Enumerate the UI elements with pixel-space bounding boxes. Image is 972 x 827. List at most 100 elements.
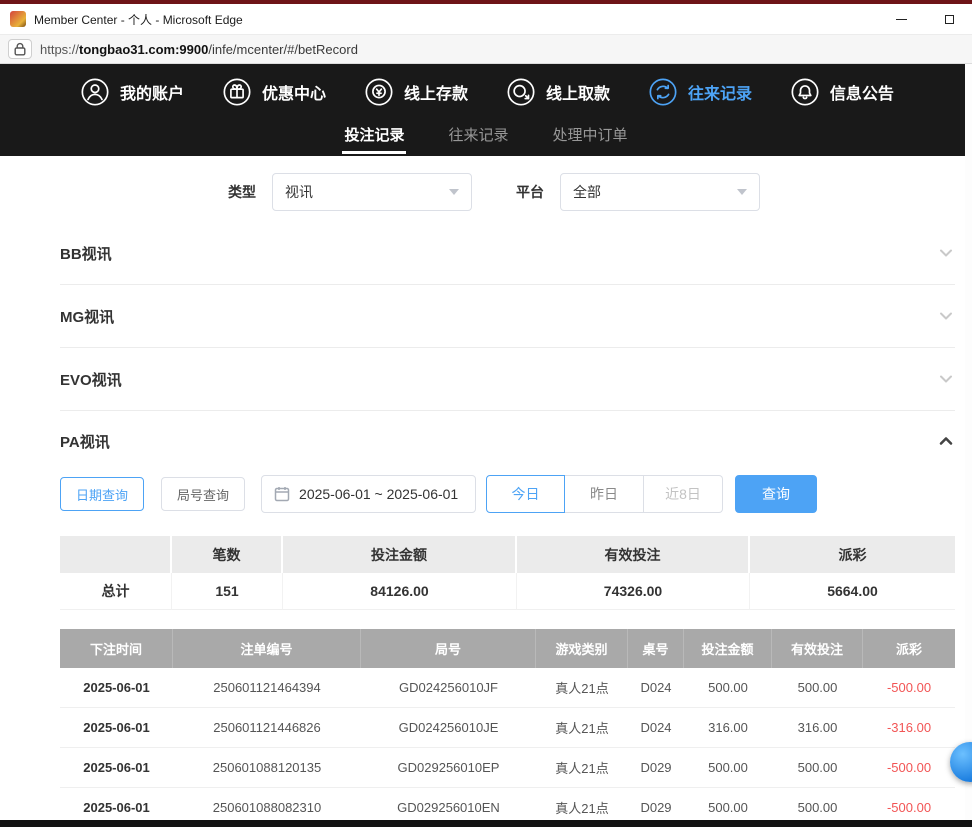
summary-header-bet-amount: 投注金额 [283,536,517,573]
chevron-down-icon [737,189,747,195]
yesterday-button[interactable]: 昨日 [565,475,644,513]
cell-bet-amount: 500.00 [684,668,772,708]
site-security-button[interactable] [8,39,32,59]
calendar-icon [274,486,290,502]
lock-icon [14,42,26,56]
page-content: 类型 视讯 平台 全部 BB视讯 MG视讯 EVO视讯 [0,156,972,820]
cell-payout: -500.00 [863,748,955,788]
gift-icon [222,77,252,107]
tab-label: 往来记录 [448,127,508,144]
summary-table: 笔数 投注金额 有效投注 派彩 总计 151 84126.00 74326.00… [60,536,955,610]
section-label: MG视讯 [60,306,114,327]
window-bottom-edge [0,820,972,827]
date-range-value: 2025-06-01 ~ 2025-06-01 [299,486,458,502]
detail-header-bet-id: 注单编号 [173,629,361,668]
section-label: PA视讯 [60,431,110,452]
type-select[interactable]: 视讯 [272,173,472,211]
platform-select[interactable]: 全部 [560,173,760,211]
tab-transaction-record[interactable]: 往来记录 [446,120,510,154]
summary-total-count: 151 [172,573,283,610]
summary-total-payout: 5664.00 [750,573,955,610]
tab-bet-record[interactable]: 投注记录 [342,120,406,154]
cell-round-id: GD029256010EN [361,788,536,820]
cell-bet-amount: 500.00 [684,748,772,788]
cell-valid-bet: 316.00 [772,708,863,748]
url-scheme: https:// [40,42,79,57]
page-scrollbar[interactable] [965,64,972,820]
window-controls [894,12,962,26]
cell-table-no: D024 [628,668,684,708]
deposit-coin-icon [364,77,394,107]
address-bar: https://tongbao31.com:9900/infe/mcenter/… [0,34,972,64]
user-icon [80,77,110,107]
detail-header-game-type: 游戏类别 [536,629,628,668]
today-button[interactable]: 今日 [486,475,565,513]
detail-header-valid-bet: 有效投注 [772,629,863,668]
summary-header-valid-bet: 有效投注 [517,536,750,573]
cell-table-no: D024 [628,708,684,748]
platform-select-value: 全部 [573,182,601,202]
last-8-days-button[interactable]: 近8日 [644,475,723,513]
detail-header-round-id: 局号 [361,629,536,668]
section-label: BB视讯 [60,243,112,264]
nav-item-withdraw[interactable]: 线上取款 [506,77,610,107]
cell-bet-time: 2025-06-01 [60,668,173,708]
cell-valid-bet: 500.00 [772,668,863,708]
cell-payout: -500.00 [863,668,955,708]
minimize-button[interactable] [894,12,908,26]
chevron-down-icon [937,307,955,325]
withdraw-coin-icon [506,77,536,107]
maximize-button[interactable] [942,12,956,26]
detail-table: 下注时间 注单编号 局号 游戏类别 桌号 投注金额 有效投注 派彩 2025-0… [60,629,955,820]
cell-game-type: 真人21点 [536,668,628,708]
cell-bet-time: 2025-06-01 [60,708,173,748]
section-pa-video[interactable]: PA视讯 [60,411,955,471]
round-query-button[interactable]: 局号查询 [161,477,245,511]
maximize-icon [945,15,954,24]
summary-total-label: 总计 [60,573,172,610]
url-field[interactable]: https://tongbao31.com:9900/infe/mcenter/… [40,42,358,57]
section-evo-video[interactable]: EVO视讯 [60,348,955,411]
cell-game-type: 真人21点 [536,748,628,788]
nav-item-deposit[interactable]: 线上存款 [364,77,468,107]
nav-item-promotions[interactable]: 优惠中心 [222,77,326,107]
tab-label: 投注记录 [344,127,404,144]
exchange-record-icon [648,77,678,107]
site-favicon [10,11,26,27]
provider-sections: BB视讯 MG视讯 EVO视讯 PA视讯 [60,222,955,471]
cell-bet-amount: 316.00 [684,708,772,748]
cell-bet-id: 250601088082310 [173,788,361,820]
section-mg-video[interactable]: MG视讯 [60,285,955,348]
summary-header-payout: 派彩 [750,536,955,573]
cell-valid-bet: 500.00 [772,748,863,788]
summary-header-count: 笔数 [172,536,283,573]
site-header: 我的账户 优惠中心 线上存款 [0,64,972,156]
section-bb-video[interactable]: BB视讯 [60,222,955,285]
detail-header-payout: 派彩 [863,629,955,668]
date-range-picker[interactable]: 2025-06-01 ~ 2025-06-01 [261,475,476,513]
chevron-down-icon [937,244,955,262]
detail-header-table-no: 桌号 [628,629,684,668]
cell-bet-id: 250601121446826 [173,708,361,748]
cell-valid-bet: 500.00 [772,788,863,820]
nav-item-records[interactable]: 往来记录 [648,77,752,107]
nav-label: 信息公告 [830,80,894,104]
nav-item-announcements[interactable]: 信息公告 [790,77,894,107]
quick-date-group: 今日 昨日 近8日 [486,475,723,513]
tab-label: 处理中订单 [553,127,628,144]
filter-row: 类型 视讯 平台 全部 [228,172,955,212]
nav-label: 往来记录 [688,80,752,104]
url-domain: tongbao31.com:9900 [79,42,208,57]
summary-header-cell [60,536,172,573]
browser-window: Member Center - 个人 - Microsoft Edge http… [0,0,972,827]
bell-icon [790,77,820,107]
detail-header-bet-amount: 投注金额 [684,629,772,668]
search-button[interactable]: 查询 [735,475,817,513]
tab-processing-orders[interactable]: 处理中订单 [551,120,630,154]
cell-table-no: D029 [628,788,684,820]
nav-item-my-account[interactable]: 我的账户 [80,77,184,107]
cell-game-type: 真人21点 [536,708,628,748]
date-query-button[interactable]: 日期查询 [60,477,144,511]
detail-header-bet-time: 下注时间 [60,629,173,668]
cell-round-id: GD024256010JE [361,708,536,748]
